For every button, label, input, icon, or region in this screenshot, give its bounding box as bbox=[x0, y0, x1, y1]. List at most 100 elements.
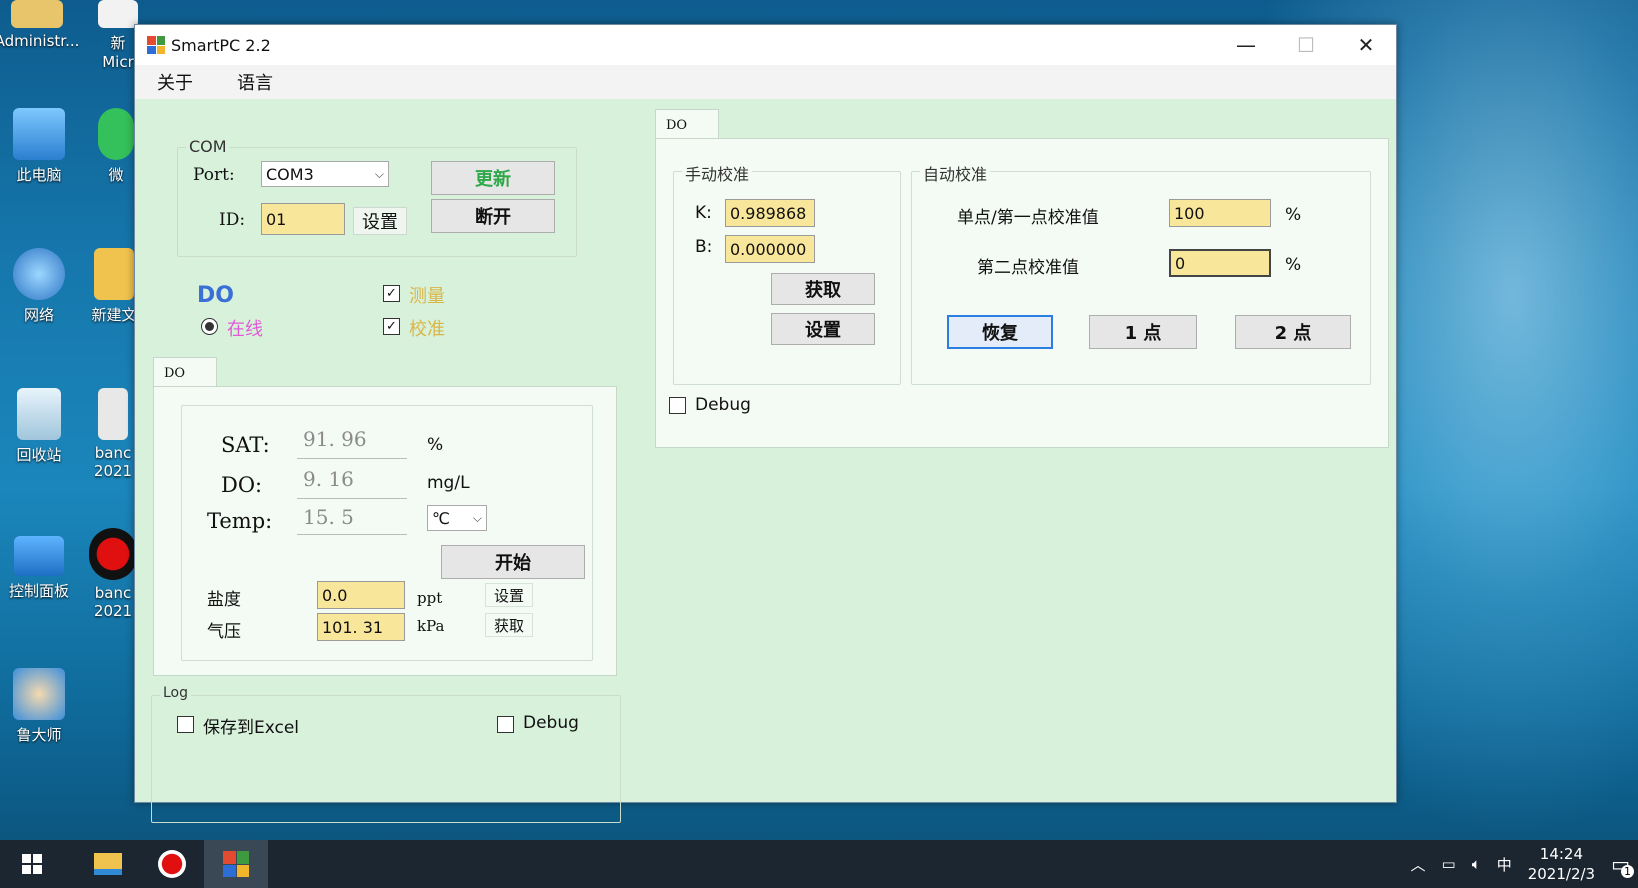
start-button[interactable]: 开始 bbox=[441, 545, 585, 579]
taskbar-file-explorer[interactable] bbox=[76, 840, 140, 888]
b-label: B: bbox=[695, 237, 713, 257]
app-icon bbox=[147, 36, 165, 54]
user-folder-icon bbox=[11, 0, 63, 28]
second-point-unit: % bbox=[1285, 255, 1302, 275]
salinity-label: 盐度 bbox=[207, 590, 241, 610]
record-icon bbox=[158, 850, 186, 878]
second-point-input[interactable]: 0 bbox=[1169, 249, 1271, 277]
port-select[interactable]: COM3 ⌵ bbox=[261, 161, 389, 187]
desktop-icon-admin[interactable]: Administr... bbox=[0, 0, 82, 50]
id-label: ID: bbox=[219, 210, 246, 230]
do-label: DO: bbox=[221, 473, 263, 497]
calib-debug-checkbox[interactable] bbox=[669, 397, 686, 414]
tab-do-measure[interactable]: DO bbox=[153, 357, 217, 387]
port-label: Port: bbox=[193, 165, 235, 185]
notification-count: 1 bbox=[1621, 865, 1634, 878]
volume-icon[interactable]: 🔈︎ bbox=[1472, 855, 1481, 873]
close-button[interactable]: ✕ bbox=[1336, 25, 1396, 65]
pressure-label: 气压 bbox=[207, 622, 241, 642]
client-area: COM Port: COM3 ⌵ ID: 01 设置 更新 断开 DO 在线 ✓… bbox=[135, 99, 1396, 823]
k-input[interactable]: 0.989868 bbox=[725, 199, 815, 227]
save-excel-checkbox[interactable] bbox=[177, 716, 194, 733]
notification-icon[interactable]: ▭ 1 bbox=[1611, 852, 1634, 878]
port-select-value: COM3 bbox=[266, 164, 314, 184]
salinity-unit: ppt bbox=[417, 589, 443, 607]
com-group-title: COM bbox=[186, 137, 230, 156]
tab-do-calib[interactable]: DO bbox=[655, 109, 719, 139]
chevron-up-icon[interactable]: ︿ bbox=[1410, 854, 1425, 875]
temp-unit-value: ℃ bbox=[432, 508, 450, 528]
restore-button[interactable]: 恢复 bbox=[947, 315, 1053, 349]
taskbar-smartpc[interactable] bbox=[204, 840, 268, 888]
clock-time: 14:24 bbox=[1539, 845, 1584, 863]
measure-checkbox[interactable]: ✓ bbox=[383, 285, 400, 302]
taskbar-recorder[interactable] bbox=[140, 840, 204, 888]
pressure-get-button[interactable]: 获取 bbox=[485, 613, 533, 637]
calib-debug-label: Debug bbox=[695, 395, 751, 415]
manual-calib-title: 手动校准 bbox=[682, 161, 753, 185]
temp-value: 15. 5 bbox=[297, 505, 407, 535]
desktop-icon-file-banc-1[interactable]: banc 2021 bbox=[88, 388, 138, 480]
manual-set-button[interactable]: 设置 bbox=[771, 313, 875, 345]
clock[interactable]: 14:24 2021/2/3 bbox=[1528, 844, 1595, 884]
first-point-unit: % bbox=[1285, 205, 1302, 225]
control-panel-icon bbox=[14, 536, 64, 576]
salinity-set-button[interactable]: 设置 bbox=[485, 583, 533, 607]
b-input[interactable]: 0.000000 bbox=[725, 235, 815, 263]
device-id-input[interactable]: 01 bbox=[261, 203, 345, 235]
title-bar[interactable]: SmartPC 2.2 — ☐ ✕ bbox=[135, 25, 1396, 65]
desktop-icon-control-panel[interactable]: 控制面板 bbox=[0, 536, 84, 601]
desktop-icon-this-pc[interactable]: 此电脑 bbox=[0, 108, 84, 185]
log-debug-checkbox[interactable] bbox=[497, 716, 514, 733]
chevron-down-icon: ⌵ bbox=[472, 510, 482, 525]
online-radio[interactable] bbox=[201, 318, 218, 335]
desktop-icon-ludashi[interactable]: 鲁大师 bbox=[0, 668, 84, 745]
ime-indicator[interactable]: 中 bbox=[1497, 854, 1512, 875]
do-value: 9. 16 bbox=[297, 467, 407, 499]
taskbar: ︿ ▭ 🔈︎ 中 14:24 2021/2/3 ▭ 1 bbox=[0, 840, 1638, 888]
recycle-bin-icon bbox=[17, 388, 61, 440]
computer-icon bbox=[13, 108, 65, 160]
window-title: SmartPC 2.2 bbox=[171, 35, 271, 55]
network-icon[interactable]: ▭ bbox=[1442, 855, 1456, 873]
calibrate-checkbox[interactable]: ✓ bbox=[383, 318, 400, 335]
salinity-input[interactable]: 0.0 bbox=[317, 581, 405, 609]
temp-unit-select[interactable]: ℃ ⌵ bbox=[427, 505, 487, 531]
menu-about[interactable]: 关于 bbox=[145, 69, 205, 95]
desktop-icon-recycle-bin[interactable]: 回收站 bbox=[0, 388, 84, 465]
calibrate-label: 校准 bbox=[409, 319, 445, 340]
first-point-label: 单点/第一点校准值 bbox=[957, 208, 1099, 228]
pressure-input[interactable]: 101. 31 bbox=[317, 613, 405, 641]
log-group-title: Log bbox=[160, 685, 192, 701]
menu-language[interactable]: 语言 bbox=[225, 69, 285, 95]
desktop-icon-network[interactable]: 网络 bbox=[0, 248, 84, 325]
id-set-button[interactable]: 设置 bbox=[353, 207, 407, 235]
ludashi-icon bbox=[13, 668, 65, 720]
document-icon bbox=[98, 388, 128, 440]
first-point-input[interactable]: 100 bbox=[1169, 199, 1271, 227]
online-label: 在线 bbox=[227, 319, 263, 340]
update-button[interactable]: 更新 bbox=[431, 161, 555, 195]
smartpc-app-icon bbox=[223, 851, 249, 877]
desktop-icon-file-banc-2[interactable]: banc 2021 bbox=[88, 528, 138, 620]
wechat-icon bbox=[98, 108, 134, 160]
maximize-button[interactable]: ☐ bbox=[1276, 25, 1336, 65]
sat-unit: % bbox=[427, 435, 444, 455]
do-unit: mg/L bbox=[427, 473, 470, 493]
desktop-icon-new-folder[interactable]: 新建文 bbox=[88, 248, 140, 325]
two-point-button[interactable]: 2 点 bbox=[1235, 315, 1351, 349]
disconnect-button[interactable]: 断开 bbox=[431, 199, 555, 233]
start-button[interactable] bbox=[0, 840, 64, 888]
clock-date: 2021/2/3 bbox=[1527, 865, 1596, 883]
one-point-button[interactable]: 1 点 bbox=[1089, 315, 1197, 349]
manual-get-button[interactable]: 获取 bbox=[771, 273, 875, 305]
windows-logo-icon bbox=[22, 854, 42, 874]
record-icon bbox=[89, 528, 137, 580]
pressure-unit: kPa bbox=[417, 617, 445, 635]
system-tray: ︿ ▭ 🔈︎ 中 14:24 2021/2/3 ▭ 1 bbox=[1402, 844, 1638, 884]
minimize-button[interactable]: — bbox=[1216, 25, 1276, 65]
sat-label: SAT: bbox=[221, 433, 270, 457]
desktop-icon-wechat[interactable]: 微 bbox=[96, 108, 136, 185]
measure-label: 测量 bbox=[409, 286, 445, 307]
save-excel-label: 保存到Excel bbox=[203, 718, 300, 738]
